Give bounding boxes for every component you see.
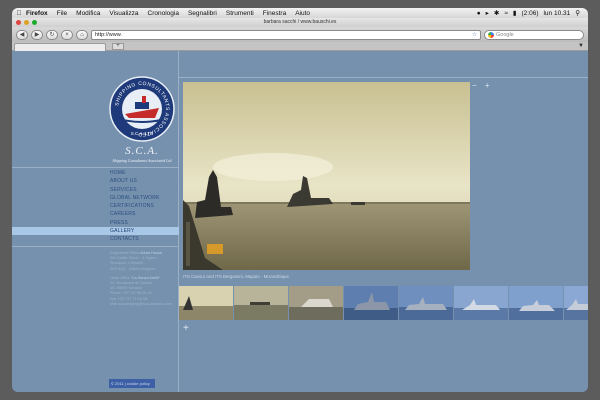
menu-app-name[interactable]: Firefox xyxy=(26,10,48,17)
traffic-lights xyxy=(16,20,37,25)
thumbnail[interactable] xyxy=(454,286,508,320)
tab-bar: + ▼ xyxy=(12,42,588,51)
gallery-controls[interactable]: − + xyxy=(472,81,493,90)
minimize-window-icon[interactable] xyxy=(24,20,29,25)
thumbnail[interactable] xyxy=(564,286,588,320)
screen:  Firefox File Modifica Visualizza Crono… xyxy=(12,8,588,392)
thumbnail[interactable] xyxy=(399,286,453,320)
web-page: SHIPPING CONSULTANTS ASSOCIATED S.C.A. L… xyxy=(12,51,588,392)
url-text: http://www. xyxy=(95,31,122,38)
head-office-name: "La Sanza Arelle" xyxy=(131,275,161,280)
nav-global-network[interactable]: GLOBAL NETWORK xyxy=(12,194,179,202)
nav-home[interactable]: HOME xyxy=(12,169,179,177)
window-titlebar: barbara sacchi / www.bauschi.es xyxy=(12,18,588,27)
battery-time: (2:06) xyxy=(521,9,539,17)
menu-edit[interactable]: Modifica xyxy=(76,10,100,17)
tab-list-icon[interactable]: ▼ xyxy=(578,43,584,49)
close-window-icon[interactable] xyxy=(16,20,21,25)
search-placeholder: Google xyxy=(496,31,514,38)
stop-button[interactable]: × xyxy=(61,29,73,40)
window-title: barbara sacchi / www.bauschi.es xyxy=(263,19,337,25)
home-button[interactable]: ⌂ xyxy=(76,29,88,40)
zoom-window-icon[interactable] xyxy=(32,20,37,25)
status-icon[interactable]: ● xyxy=(477,10,481,17)
apple-icon[interactable]:  xyxy=(12,10,26,17)
reg-office-name: Arkha House xyxy=(140,251,163,255)
menu-view[interactable]: Visualizza xyxy=(109,10,138,17)
back-button[interactable]: ◀ xyxy=(16,29,28,40)
menu-bookmarks[interactable]: Segnalibri xyxy=(188,10,217,17)
clock[interactable]: lun 10.31 xyxy=(543,10,570,17)
spotlight-icon[interactable]: ⚲ xyxy=(575,9,580,17)
more-thumbnails-button[interactable]: + xyxy=(183,323,189,334)
menu-help[interactable]: Aiuto xyxy=(295,10,310,17)
tab-current[interactable] xyxy=(14,43,106,51)
google-icon xyxy=(488,31,494,38)
left-column: SHIPPING CONSULTANTS ASSOCIATED S.C.A. L… xyxy=(12,51,179,392)
divider xyxy=(12,246,179,247)
bookmark-star-icon[interactable]: ☆ xyxy=(472,31,480,39)
main-nav: HOME ABOUT US SERVICES GLOBAL NETWORK CE… xyxy=(12,169,179,244)
search-bar[interactable]: Google xyxy=(484,29,584,40)
new-tab-button[interactable]: + xyxy=(112,43,124,50)
logo-sub-text: S.C.A. LTD xyxy=(131,131,154,136)
nav-services[interactable]: SERVICES xyxy=(12,186,179,194)
mac-menubar:  Firefox File Modifica Visualizza Crono… xyxy=(12,8,588,18)
nav-gallery[interactable]: GALLERY xyxy=(12,227,179,236)
menu-history[interactable]: Cronologia xyxy=(148,10,179,17)
thumbnail[interactable] xyxy=(234,286,288,320)
reload-button[interactable]: ↻ xyxy=(46,29,58,40)
menu-window[interactable]: Finestra xyxy=(263,10,286,17)
mail-label: Mail xyxy=(110,301,117,306)
gallery-thumbnails xyxy=(179,286,588,320)
brand-name: S.C.A. xyxy=(125,145,159,157)
footer-cookie-policy[interactable]: © 2011 | cookie policy xyxy=(109,379,155,388)
thumbnail[interactable] xyxy=(289,286,343,320)
nav-press[interactable]: PRESS xyxy=(12,219,179,227)
thumbnail[interactable] xyxy=(344,286,398,320)
menu-file[interactable]: File xyxy=(57,10,67,17)
thumbnail[interactable] xyxy=(509,286,563,320)
reg-office-label: Registered Office xyxy=(110,251,140,255)
brand-tagline: Shipping Consultants Associated Ltd xyxy=(112,158,172,163)
nav-about-us[interactable]: ABOUT US xyxy=(12,177,179,185)
company-logo[interactable]: SHIPPING CONSULTANTS ASSOCIATED S.C.A. L… xyxy=(109,76,175,142)
nav-careers[interactable]: CAREERS xyxy=(12,210,179,218)
divider xyxy=(12,167,179,168)
thumbnail[interactable] xyxy=(179,286,233,320)
battery-icon[interactable]: ▮ xyxy=(513,9,517,17)
url-bar[interactable]: http://www. ☆ xyxy=(91,29,481,40)
forward-button[interactable]: ▶ xyxy=(31,29,43,40)
gallery-caption: ITS Cavour and ITS Bergamini, Maputo - M… xyxy=(183,274,289,279)
company-address: Registered Office Arkha House Sth Castle… xyxy=(110,251,180,307)
gallery-main-photo[interactable] xyxy=(183,82,470,270)
head-office-label: Head Office xyxy=(110,275,130,280)
gallery-area: − + ITS Cavour and ITS Bergamini, Maputo… xyxy=(179,51,588,392)
wifi-icon[interactable]: ≈ xyxy=(504,10,508,17)
volume-icon[interactable]: ▸ xyxy=(486,9,489,17)
menu-tools[interactable]: Strumenti xyxy=(226,10,254,17)
mail-link[interactable]: sca.shipping@sca-monaco.com xyxy=(118,302,172,306)
nav-contacts[interactable]: CONTACTS xyxy=(12,235,179,243)
bluetooth-icon[interactable]: ✱ xyxy=(494,9,499,17)
divider xyxy=(179,77,588,78)
nav-certifications[interactable]: CERTIFICATIONS xyxy=(12,202,179,210)
browser-toolbar: ◀ ▶ ↻ × ⌂ http://www. ☆ Google xyxy=(12,27,588,42)
